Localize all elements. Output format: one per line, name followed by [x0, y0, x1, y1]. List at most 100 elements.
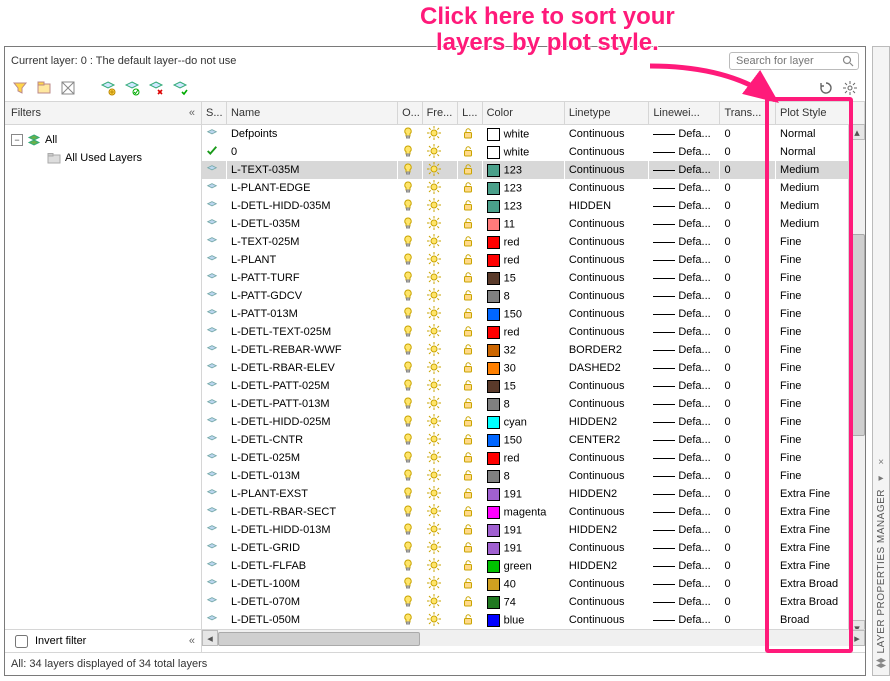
table-cell[interactable] — [458, 197, 482, 215]
table-cell[interactable]: 30 — [482, 359, 564, 377]
table-cell[interactable] — [398, 269, 422, 287]
table-cell[interactable]: 74 — [482, 593, 564, 611]
column-header[interactable]: O... — [398, 102, 422, 125]
table-cell[interactable]: 0 — [720, 449, 776, 467]
table-cell[interactable]: 0 — [720, 503, 776, 521]
color-swatch[interactable] — [487, 506, 500, 519]
table-cell[interactable] — [202, 467, 226, 485]
sun-icon[interactable] — [427, 378, 441, 392]
table-cell[interactable] — [398, 359, 422, 377]
color-swatch[interactable] — [487, 452, 500, 465]
table-cell[interactable]: 0 — [720, 377, 776, 395]
lock-icon[interactable] — [462, 343, 474, 355]
table-cell[interactable] — [422, 485, 458, 503]
table-cell[interactable] — [458, 215, 482, 233]
table-cell[interactable]: L-DETL-070M — [226, 593, 397, 611]
color-swatch[interactable] — [487, 218, 500, 231]
table-cell[interactable] — [422, 449, 458, 467]
table-cell[interactable]: L-DETL-HIDD-013M — [226, 521, 397, 539]
table-cell[interactable] — [202, 575, 226, 593]
sun-icon[interactable] — [427, 342, 441, 356]
panel-pin-icon[interactable]: ▸ — [875, 473, 887, 485]
table-row[interactable]: L-DETL-CNTR150CENTER2Defa...0Fine — [202, 431, 865, 449]
table-cell[interactable]: Defa... — [649, 359, 720, 377]
table-cell[interactable] — [398, 431, 422, 449]
table-cell[interactable]: L-DETL-PATT-025M — [226, 377, 397, 395]
table-cell[interactable]: L-DETL-CNTR — [226, 431, 397, 449]
table-cell[interactable]: white — [482, 125, 564, 144]
table-cell[interactable]: Defa... — [649, 431, 720, 449]
table-cell[interactable] — [458, 413, 482, 431]
table-row[interactable]: L-DETL-REBAR-WWF32BORDER2Defa...0Fine — [202, 341, 865, 359]
table-cell[interactable]: green — [482, 557, 564, 575]
table-row[interactable]: L-TEXT-035M123ContinuousDefa...0Medium — [202, 161, 865, 179]
table-cell[interactable] — [202, 485, 226, 503]
table-cell[interactable] — [398, 179, 422, 197]
bulb-icon[interactable] — [402, 559, 414, 571]
table-cell[interactable]: Defa... — [649, 539, 720, 557]
table-cell[interactable]: Continuous — [564, 305, 648, 323]
table-cell[interactable] — [422, 125, 458, 144]
bulb-icon[interactable] — [402, 181, 414, 193]
table-cell[interactable]: 0 — [226, 143, 397, 161]
table-cell[interactable] — [398, 539, 422, 557]
table-cell[interactable]: Defa... — [649, 467, 720, 485]
table-cell[interactable]: Defa... — [649, 413, 720, 431]
table-cell[interactable]: Continuous — [564, 233, 648, 251]
bulb-icon[interactable] — [402, 379, 414, 391]
table-cell[interactable]: Defa... — [649, 233, 720, 251]
bulb-icon[interactable] — [402, 217, 414, 229]
color-swatch[interactable] — [487, 200, 500, 213]
bulb-icon[interactable] — [402, 307, 414, 319]
table-cell[interactable] — [398, 143, 422, 161]
table-cell[interactable]: Continuous — [564, 215, 648, 233]
lock-icon[interactable] — [462, 379, 474, 391]
color-swatch[interactable] — [487, 578, 500, 591]
table-cell[interactable]: Defa... — [649, 143, 720, 161]
table-row[interactable]: L-DETL-RBAR-ELEV30DASHED2Defa...0Fine — [202, 359, 865, 377]
table-cell[interactable] — [458, 467, 482, 485]
table-cell[interactable]: Defa... — [649, 215, 720, 233]
table-cell[interactable] — [422, 179, 458, 197]
table-cell[interactable] — [458, 251, 482, 269]
table-cell[interactable]: 150 — [482, 431, 564, 449]
table-cell[interactable]: blue — [482, 611, 564, 629]
tree-item[interactable]: −All — [11, 131, 195, 149]
table-cell[interactable] — [202, 305, 226, 323]
sun-icon[interactable] — [427, 126, 441, 140]
table-cell[interactable] — [398, 611, 422, 629]
table-cell[interactable] — [202, 539, 226, 557]
column-header[interactable]: Name — [226, 102, 397, 125]
table-cell[interactable] — [202, 359, 226, 377]
color-swatch[interactable] — [487, 380, 500, 393]
table-cell[interactable] — [422, 377, 458, 395]
scroll-thumb[interactable] — [851, 234, 865, 436]
table-cell[interactable]: Continuous — [564, 503, 648, 521]
lock-icon[interactable] — [462, 325, 474, 337]
sun-icon[interactable] — [427, 414, 441, 428]
table-cell[interactable] — [422, 269, 458, 287]
table-cell[interactable] — [422, 359, 458, 377]
table-cell[interactable] — [458, 287, 482, 305]
table-cell[interactable] — [202, 413, 226, 431]
table-cell[interactable]: 0 — [720, 143, 776, 161]
table-cell[interactable]: L-DETL-GRID — [226, 539, 397, 557]
lock-icon[interactable] — [462, 523, 474, 535]
table-cell[interactable] — [458, 143, 482, 161]
table-cell[interactable]: Continuous — [564, 467, 648, 485]
sun-icon[interactable] — [427, 306, 441, 320]
table-cell[interactable] — [398, 395, 422, 413]
table-cell[interactable]: Defa... — [649, 395, 720, 413]
table-cell[interactable]: Continuous — [564, 143, 648, 161]
refresh-button[interactable] — [817, 79, 835, 97]
table-cell[interactable] — [458, 161, 482, 179]
scroll-thumb-h[interactable] — [218, 632, 420, 646]
color-swatch[interactable] — [487, 164, 500, 177]
table-cell[interactable] — [422, 539, 458, 557]
lock-icon[interactable] — [462, 505, 474, 517]
bulb-icon[interactable] — [402, 343, 414, 355]
table-cell[interactable] — [422, 593, 458, 611]
table-cell[interactable]: L-DETL-RBAR-SECT — [226, 503, 397, 521]
table-cell[interactable]: 8 — [482, 467, 564, 485]
new-layer-vp-button[interactable] — [123, 79, 141, 97]
